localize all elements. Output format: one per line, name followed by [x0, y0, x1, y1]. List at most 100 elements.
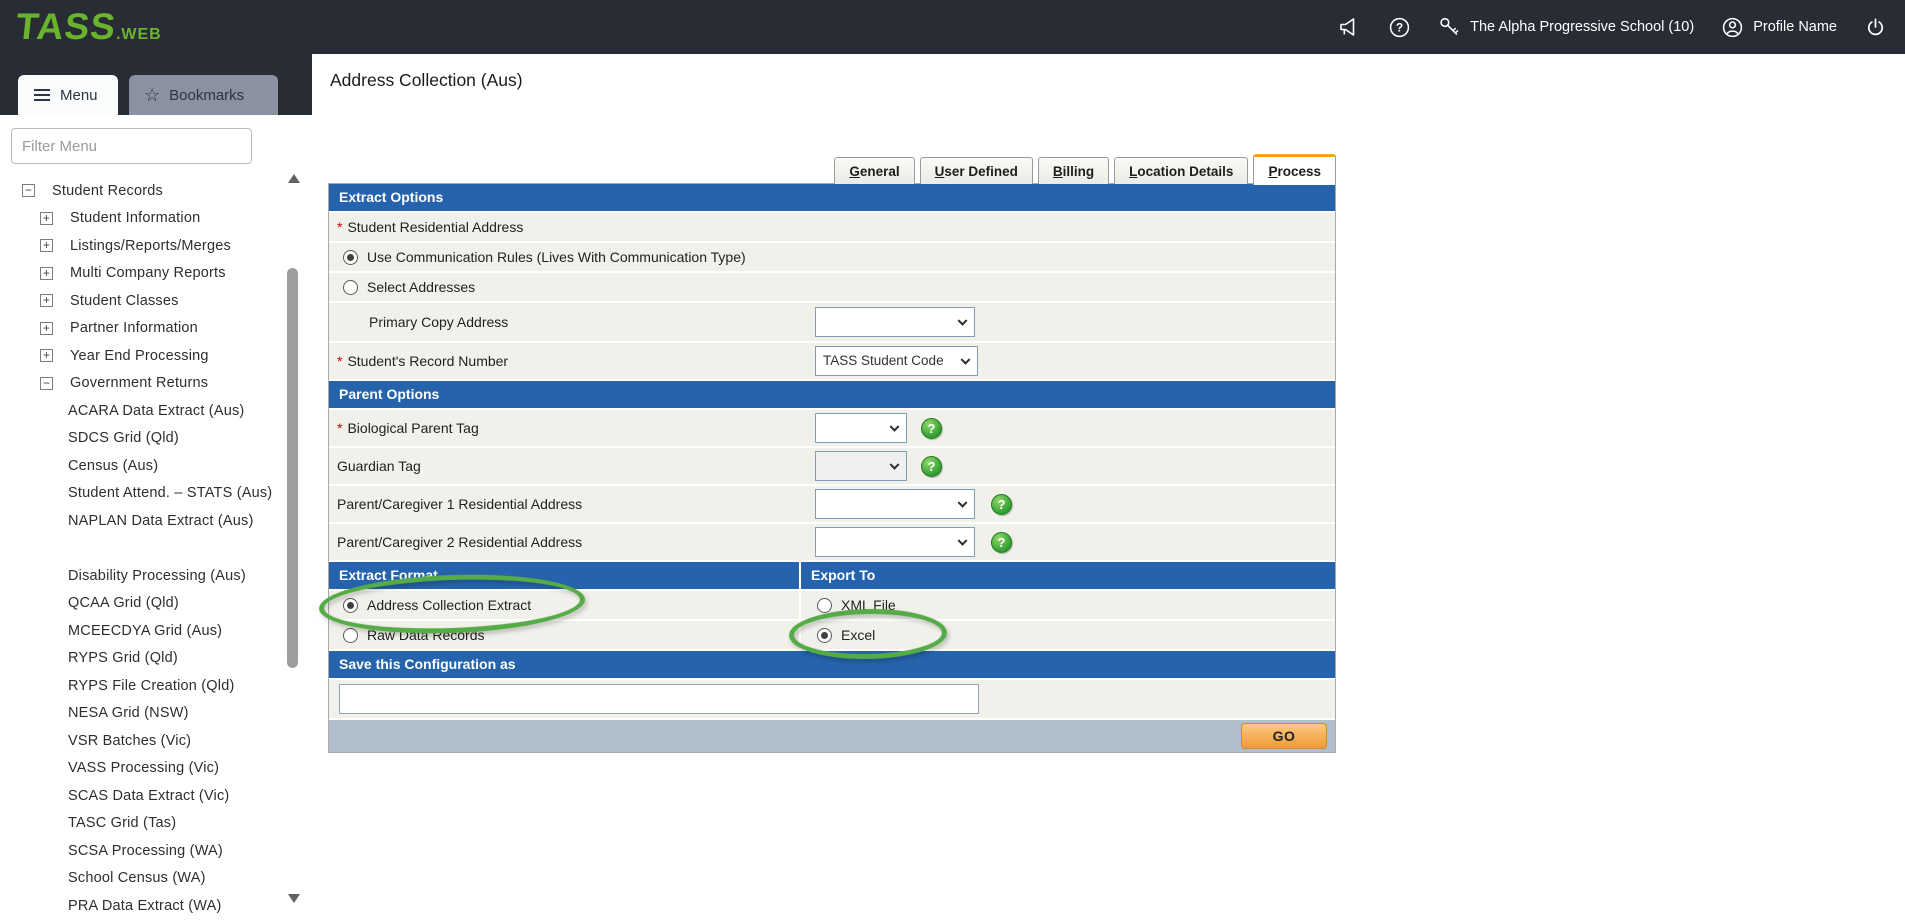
- sidebar-item-year-end-processing[interactable]: Year End Processing: [0, 342, 280, 370]
- save-configuration-input[interactable]: [339, 684, 979, 714]
- sidebar-item-ryps-grid[interactable]: RYPS Grid (Qld): [0, 645, 280, 673]
- tab-process[interactable]: Process: [1253, 154, 1336, 185]
- select-addresses-label: Select Addresses: [367, 279, 475, 295]
- sidebar-item-disability-processing[interactable]: Disability Processing (Aus): [0, 562, 280, 590]
- filter-menu-input[interactable]: [11, 128, 252, 164]
- sidebar-item-government-returns[interactable]: Government Returns: [0, 370, 280, 398]
- bookmarks-tab[interactable]: ☆ Bookmarks: [129, 75, 278, 115]
- use-comm-rules-radio[interactable]: [343, 250, 358, 265]
- scroll-up-arrow[interactable]: [288, 174, 300, 183]
- help-button[interactable]: ?: [1388, 16, 1411, 39]
- section-header-extract-options: Extract Options: [329, 184, 1335, 211]
- pc1-address-label: Parent/Caregiver 1 Residential Address: [337, 496, 582, 512]
- go-button[interactable]: GO: [1241, 723, 1327, 749]
- pc1-address-select[interactable]: [815, 489, 975, 519]
- scroll-down-arrow[interactable]: [288, 894, 300, 903]
- radio-row-use-comm-rules: Use Communication Rules (Lives With Comm…: [329, 243, 1335, 271]
- section-header-save-configuration: Save this Configuration as: [329, 651, 1335, 678]
- chevron-down-icon: [890, 460, 900, 470]
- brand-main: TASS: [14, 6, 118, 48]
- sidebar: Student Records Student Information List…: [0, 115, 312, 920]
- power-icon: [1864, 16, 1887, 39]
- address-collection-extract-label: Address Collection Extract: [367, 597, 531, 613]
- chevron-down-icon: [890, 422, 900, 432]
- sidebar-item-partner-information[interactable]: Partner Information: [0, 315, 280, 343]
- expand-icon[interactable]: [40, 294, 53, 307]
- sidebar-item-student-classes[interactable]: Student Classes: [0, 287, 280, 315]
- expand-icon[interactable]: [40, 239, 53, 252]
- tab-billing[interactable]: Billing: [1038, 157, 1109, 184]
- sidebar-item-mceecdya-grid[interactable]: MCEECDYA Grid (Aus): [0, 617, 280, 645]
- help-icon[interactable]: ?: [921, 418, 942, 439]
- use-comm-rules-label: Use Communication Rules (Lives With Comm…: [367, 249, 746, 265]
- tab-user-defined[interactable]: User Defined: [920, 157, 1033, 184]
- svg-text:?: ?: [1396, 20, 1403, 34]
- tab-location-details[interactable]: Location Details: [1114, 157, 1248, 184]
- bookmarks-tab-label: Bookmarks: [169, 87, 244, 104]
- announcements-button[interactable]: [1337, 15, 1361, 39]
- collapse-icon[interactable]: [22, 184, 35, 197]
- sidebar-item-school-census[interactable]: School Census (WA): [0, 865, 280, 893]
- help-icon[interactable]: ?: [921, 456, 942, 477]
- section-header-export-to: Export To: [801, 562, 1335, 589]
- xml-file-radio[interactable]: [817, 598, 832, 613]
- help-icon[interactable]: ?: [991, 494, 1012, 515]
- sidebar-item-acara-data-extract[interactable]: ACARA Data Extract (Aus): [0, 397, 280, 425]
- sidebar-item-multi-company-reports[interactable]: Multi Company Reports: [0, 260, 280, 288]
- pc2-address-select[interactable]: [815, 527, 975, 557]
- raw-data-records-label: Raw Data Records: [367, 627, 485, 643]
- expand-icon[interactable]: [40, 212, 53, 225]
- sidebar-item-scas-data-extract[interactable]: SCAS Data Extract (Vic): [0, 782, 280, 810]
- sidebar-item-ryps-file-creation[interactable]: RYPS File Creation (Qld): [0, 672, 280, 700]
- school-switcher[interactable]: The Alpha Progressive School (10): [1438, 16, 1694, 39]
- tab-general[interactable]: General: [834, 157, 914, 184]
- chevron-down-icon: [961, 355, 971, 365]
- expand-icon[interactable]: [40, 267, 53, 280]
- expand-icon[interactable]: [40, 322, 53, 335]
- extract-format-export-headers: Extract Format Export To: [329, 562, 1335, 589]
- profile-menu[interactable]: Profile Name: [1721, 16, 1837, 39]
- sidebar-item-tasc-grid[interactable]: TASC Grid (Tas): [0, 810, 280, 838]
- raw-data-records-radio[interactable]: [343, 628, 358, 643]
- sidebar-item-student-information[interactable]: Student Information: [0, 205, 280, 233]
- field-row-guardian-tag: Guardian Tag ?: [329, 448, 1335, 484]
- student-record-select[interactable]: TASS Student Code: [815, 346, 978, 376]
- page-title: Address Collection (Aus): [330, 70, 523, 91]
- sidebar-item-nesa-grid[interactable]: NESA Grid (NSW): [0, 700, 280, 728]
- tass-web-logo[interactable]: TASS.WEB: [16, 6, 162, 48]
- sidebar-item-census[interactable]: Census (Aus): [0, 452, 280, 480]
- topbar-actions: ? The Alpha Progressive School (10) Prof…: [1337, 0, 1905, 54]
- scrollbar-thumb[interactable]: [287, 268, 298, 668]
- sidebar-item-vsr-batches[interactable]: VSR Batches (Vic): [0, 727, 280, 755]
- help-icon[interactable]: ?: [991, 532, 1012, 553]
- biological-parent-select[interactable]: [815, 413, 907, 443]
- primary-copy-select[interactable]: [815, 307, 975, 337]
- menu-tab[interactable]: Menu: [18, 75, 118, 115]
- save-configuration-row: [329, 680, 1335, 718]
- excel-radio[interactable]: [817, 628, 832, 643]
- sidebar-item-listings-reports-merges[interactable]: Listings/Reports/Merges: [0, 232, 280, 260]
- sidebar-item-vass-processing[interactable]: VASS Processing (Vic): [0, 755, 280, 783]
- sidebar-item-scsa-processing[interactable]: SCSA Processing (WA): [0, 837, 280, 865]
- select-addresses-radio[interactable]: [343, 280, 358, 295]
- format-export-row-1: Address Collection Extract XML File: [329, 591, 1335, 619]
- expand-icon[interactable]: [40, 349, 53, 362]
- logout-button[interactable]: [1864, 16, 1887, 39]
- sidebar-item-naplan-data-extract[interactable]: NAPLAN Data Extract (Aus): [0, 507, 280, 535]
- address-collection-extract-radio[interactable]: [343, 598, 358, 613]
- field-row-biological-parent: * Biological Parent Tag ?: [329, 410, 1335, 446]
- sidebar-item-sdcs-grid[interactable]: SDCS Grid (Qld): [0, 425, 280, 453]
- section-header-parent-options: Parent Options: [329, 381, 1335, 408]
- sidebar-item-pra-data-extract[interactable]: PRA Data Extract (WA): [0, 892, 280, 920]
- student-record-label: Student's Record Number: [347, 353, 508, 369]
- guardian-tag-select[interactable]: [815, 451, 907, 481]
- form-tabs: General User Defined Billing Location De…: [328, 153, 1336, 184]
- collapse-icon[interactable]: [40, 377, 53, 390]
- sidebar-item-address-collection[interactable]: Address Collection (Aus): [0, 535, 280, 563]
- chevron-down-icon: [958, 316, 968, 326]
- sidebar-item-student-attend-stats[interactable]: Student Attend. – STATS (Aus): [0, 480, 280, 508]
- sidebar-item-student-records[interactable]: Student Records: [0, 177, 280, 205]
- sidebar-item-qcaa-grid[interactable]: QCAA Grid (Qld): [0, 590, 280, 618]
- chevron-down-icon: [958, 498, 968, 508]
- navigation-tree: Student Records Student Information List…: [0, 177, 280, 920]
